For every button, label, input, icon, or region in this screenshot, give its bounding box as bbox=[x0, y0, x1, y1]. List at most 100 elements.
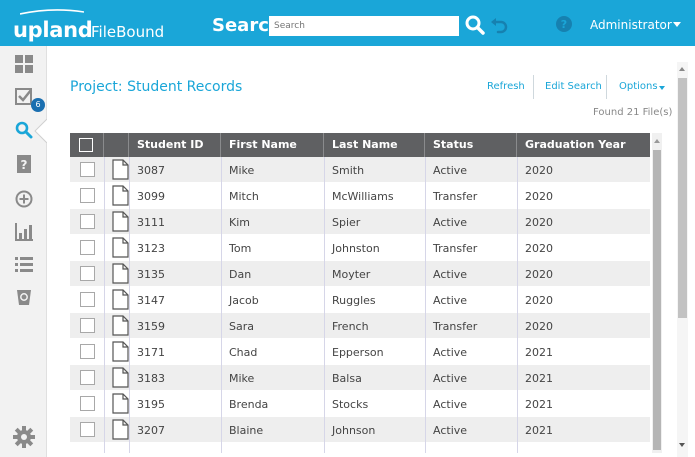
help-icon[interactable]: ? bbox=[556, 16, 572, 32]
cell-student-id: 3159 bbox=[137, 320, 165, 333]
svg-text:?: ? bbox=[21, 158, 28, 172]
row-checkbox[interactable] bbox=[80, 370, 95, 385]
search-icon[interactable] bbox=[464, 14, 486, 36]
row-checkbox[interactable] bbox=[80, 266, 95, 281]
settings-gear-icon[interactable] bbox=[13, 426, 35, 448]
add-circle-icon[interactable] bbox=[15, 190, 33, 208]
table-scrollbar-thumb[interactable] bbox=[653, 150, 661, 450]
table-row[interactable]: 3147 Jacob Ruggles Active 2020 bbox=[70, 287, 650, 313]
svg-text:?: ? bbox=[561, 18, 567, 31]
search-input[interactable] bbox=[269, 16, 459, 36]
row-checkbox[interactable] bbox=[80, 318, 95, 333]
document-icon[interactable] bbox=[112, 315, 129, 336]
column-divider bbox=[517, 157, 518, 453]
options-menu[interactable]: Options bbox=[619, 81, 658, 92]
column-header-status[interactable]: Status bbox=[425, 133, 517, 157]
cell-last-name: French bbox=[332, 320, 369, 333]
divider bbox=[533, 75, 534, 99]
row-checkbox[interactable] bbox=[80, 214, 95, 229]
table-row[interactable]: 3159 Sara French Transfer 2020 bbox=[70, 313, 650, 339]
document-icon[interactable] bbox=[112, 419, 129, 440]
column-header-last-name[interactable]: Last Name bbox=[324, 133, 425, 157]
chevron-down-icon[interactable] bbox=[673, 22, 681, 27]
row-checkbox[interactable] bbox=[80, 188, 95, 203]
column-header-graduation-year[interactable]: Graduation Year bbox=[517, 133, 650, 157]
document-icon[interactable] bbox=[112, 341, 129, 362]
scroll-down-arrow-icon[interactable] bbox=[679, 443, 685, 447]
row-checkbox[interactable] bbox=[80, 344, 95, 359]
chevron-down-icon[interactable] bbox=[659, 86, 665, 90]
cell-first-name: Mike bbox=[229, 164, 255, 177]
user-menu[interactable]: Administrator bbox=[590, 18, 672, 32]
document-icon[interactable] bbox=[112, 211, 129, 232]
row-checkbox[interactable] bbox=[80, 292, 95, 307]
document-icon[interactable] bbox=[112, 237, 129, 258]
scroll-up-arrow-icon[interactable] bbox=[654, 139, 660, 143]
scroll-up-arrow-icon[interactable] bbox=[679, 67, 685, 71]
cell-last-name: McWilliams bbox=[332, 190, 394, 203]
header-icon-cell bbox=[104, 133, 129, 157]
page-scrollbar-thumb[interactable] bbox=[678, 78, 687, 318]
table-row[interactable]: 3207 Blaine Johnson Active 2021 bbox=[70, 417, 650, 443]
cell-last-name: Spier bbox=[332, 216, 361, 229]
table-row[interactable]: 3111 Kim Spier Active 2020 bbox=[70, 209, 650, 235]
project-title: Project: Student Records bbox=[70, 79, 243, 95]
table-row[interactable]: 3123 Tom Johnston Transfer 2020 bbox=[70, 235, 650, 261]
document-icon[interactable] bbox=[112, 185, 129, 206]
found-count: Found 21 File(s) bbox=[593, 107, 673, 118]
cell-first-name: Blaine bbox=[229, 424, 264, 437]
cell-status: Active bbox=[433, 164, 468, 177]
column-divider bbox=[425, 157, 426, 453]
cell-first-name: Sara bbox=[229, 320, 254, 333]
row-checkbox[interactable] bbox=[80, 240, 95, 255]
recycle-bin-icon[interactable] bbox=[15, 288, 33, 306]
refresh-link[interactable]: Refresh bbox=[487, 81, 525, 92]
cell-first-name: Mike bbox=[229, 372, 255, 385]
cell-student-id: 3087 bbox=[137, 164, 165, 177]
cell-status: Active bbox=[433, 216, 468, 229]
select-all-checkbox[interactable] bbox=[79, 138, 93, 152]
cell-student-id: 3123 bbox=[137, 242, 165, 255]
search-icon[interactable] bbox=[15, 121, 33, 139]
cell-last-name: Moyter bbox=[332, 268, 371, 281]
cell-graduation-year: 2020 bbox=[525, 164, 553, 177]
reports-chart-icon[interactable] bbox=[15, 223, 33, 241]
cell-status: Active bbox=[433, 372, 468, 385]
row-checkbox[interactable] bbox=[80, 396, 95, 411]
cell-status: Transfer bbox=[433, 320, 478, 333]
dashboard-grid-icon[interactable] bbox=[15, 55, 33, 73]
table-row[interactable]: 3171 Chad Epperson Active 2021 bbox=[70, 339, 650, 365]
table-row[interactable]: 3183 Mike Balsa Active 2021 bbox=[70, 365, 650, 391]
table-row[interactable]: 3087 Mike Smith Active 2020 bbox=[70, 157, 650, 183]
table-row[interactable]: 3135 Dan Moyter Active 2020 bbox=[70, 261, 650, 287]
cell-graduation-year: 2020 bbox=[525, 190, 553, 203]
document-icon[interactable] bbox=[112, 263, 129, 284]
column-header-first-name[interactable]: First Name bbox=[221, 133, 324, 157]
cell-first-name: Tom bbox=[229, 242, 252, 255]
tasks-count-badge: 6 bbox=[31, 98, 45, 112]
cell-graduation-year: 2020 bbox=[525, 268, 553, 281]
edit-search-link[interactable]: Edit Search bbox=[545, 81, 602, 92]
table-row[interactable]: 3099 Mitch McWilliams Transfer 2020 bbox=[70, 183, 650, 209]
row-checkbox[interactable] bbox=[80, 162, 95, 177]
cell-last-name: Balsa bbox=[332, 372, 362, 385]
active-nav-indicator-icon bbox=[34, 119, 47, 143]
cell-student-id: 3147 bbox=[137, 294, 165, 307]
cell-graduation-year: 2021 bbox=[525, 346, 553, 359]
document-icon[interactable] bbox=[112, 367, 129, 388]
undo-arrow-icon[interactable] bbox=[489, 16, 509, 36]
list-icon[interactable] bbox=[15, 256, 33, 274]
brand-upland[interactable]: upland bbox=[13, 18, 93, 42]
cell-first-name: Kim bbox=[229, 216, 250, 229]
help-document-icon[interactable]: ? bbox=[15, 155, 33, 173]
table-row[interactable]: 3195 Brenda Stocks Active 2021 bbox=[70, 391, 650, 417]
document-icon[interactable] bbox=[112, 159, 129, 180]
row-checkbox[interactable] bbox=[80, 422, 95, 437]
document-icon[interactable] bbox=[112, 393, 129, 414]
document-icon[interactable] bbox=[112, 289, 129, 310]
cell-student-id: 3135 bbox=[137, 268, 165, 281]
cell-status: Active bbox=[433, 268, 468, 281]
brand-filebound[interactable]: FileBound bbox=[91, 23, 164, 41]
cell-last-name: Johnston bbox=[332, 242, 380, 255]
column-header-student-id[interactable]: Student ID bbox=[129, 133, 221, 157]
